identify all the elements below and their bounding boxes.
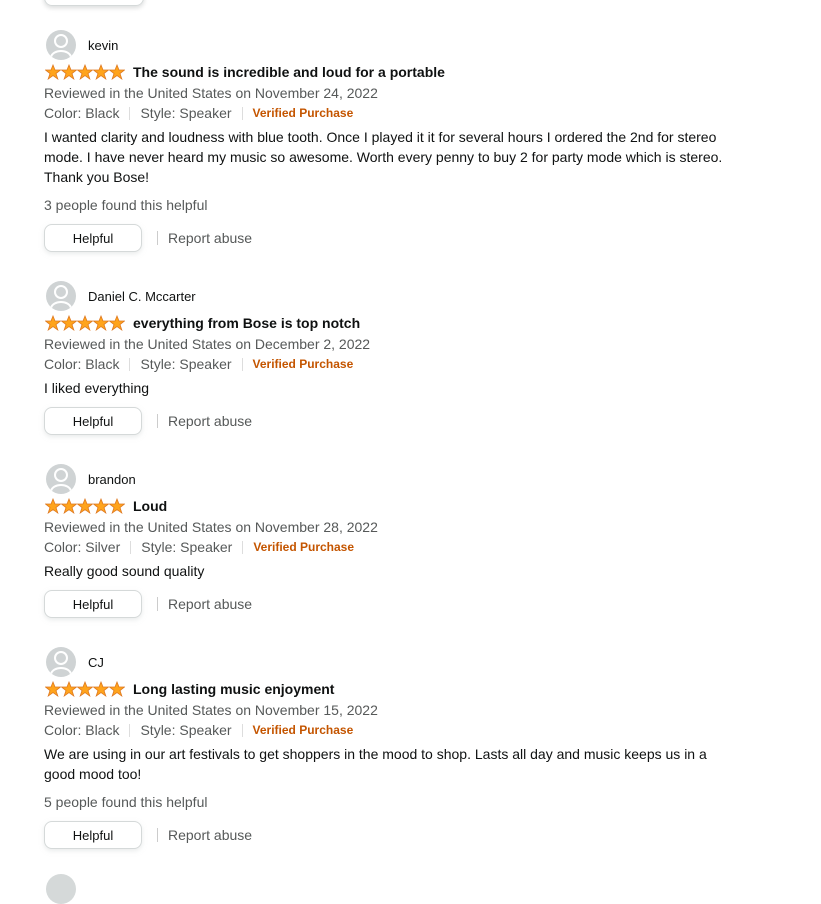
color-option[interactable]: Color: Black [44, 103, 119, 123]
review-card: Daniel C. Mccarter everything from Bose … [44, 280, 734, 436]
divider [129, 723, 131, 737]
helpful-count: 3 people found this helpful [44, 197, 208, 213]
star-rating[interactable] [45, 498, 125, 514]
divider [157, 231, 158, 245]
report-abuse-link[interactable]: Report abuse [168, 413, 252, 429]
color-option[interactable]: Color: Black [44, 354, 119, 374]
reviewer-name[interactable]: Daniel C. Mccarter [88, 289, 196, 304]
review-format: Color: Black Style: Speaker Verified Pur… [44, 354, 734, 374]
review-body: Really good sound quality [44, 563, 205, 579]
star-icon [93, 64, 109, 80]
review-card: brandon Loud Reviewed in the United Stat… [44, 463, 734, 619]
divider [157, 828, 158, 842]
color-option[interactable]: Color: Black [44, 720, 119, 740]
star-icon [61, 64, 77, 80]
star-icon [109, 498, 125, 514]
star-icon [93, 681, 109, 697]
helpful-button[interactable]: Helpful [44, 224, 142, 252]
review-date: Reviewed in the United States on Novembe… [44, 519, 378, 535]
verified-purchase-badge: Verified Purchase [252, 106, 354, 120]
review-title[interactable]: everything from Bose is top notch [133, 315, 360, 331]
review-body: We are using in our art festivals to get… [44, 746, 707, 782]
helpful-button[interactable]: Helpful [44, 821, 142, 849]
divider [157, 414, 158, 428]
style-option[interactable]: Style: Speaker [140, 354, 231, 374]
star-icon [45, 64, 61, 80]
review-card: CJ Long lasting music enjoyment Reviewed… [44, 646, 734, 850]
star-icon [45, 315, 61, 331]
helpful-button[interactable]: Helpful [44, 590, 142, 618]
reviewer-profile: brandon [44, 463, 734, 495]
avatar-icon [46, 464, 76, 494]
avatar-icon [46, 647, 76, 677]
star-rating[interactable] [45, 681, 125, 697]
helpful-button[interactable]: Helpful [44, 407, 142, 435]
previous-helpful-button[interactable] [44, 0, 144, 6]
review-date: Reviewed in the United States on Decembe… [44, 336, 371, 352]
review-format: Color: Black Style: Speaker Verified Pur… [44, 720, 734, 740]
review-actions: Helpful Report abuse [44, 223, 734, 253]
review-body: I wanted clarity and loudness with blue … [44, 129, 723, 185]
reviewer-name[interactable]: brandon [88, 472, 136, 487]
next-review-avatar-icon [46, 874, 76, 904]
star-icon [77, 315, 93, 331]
divider [241, 357, 243, 371]
report-abuse-link[interactable]: Report abuse [168, 230, 252, 246]
helpful-count: 5 people found this helpful [44, 794, 208, 810]
divider [241, 723, 243, 737]
review-format: Color: Silver Style: Speaker Verified Pu… [44, 537, 734, 557]
verified-purchase-badge: Verified Purchase [252, 723, 354, 737]
star-icon [77, 64, 93, 80]
reviewer-name[interactable]: CJ [88, 655, 104, 670]
divider [157, 597, 158, 611]
verified-purchase-badge: Verified Purchase [252, 357, 354, 371]
divider [129, 106, 131, 120]
review-title[interactable]: The sound is incredible and loud for a p… [133, 64, 445, 80]
report-abuse-link[interactable]: Report abuse [168, 827, 252, 843]
star-icon [45, 681, 61, 697]
review-actions: Helpful Report abuse [44, 406, 734, 436]
star-icon [93, 315, 109, 331]
divider [130, 540, 132, 554]
reviewer-name[interactable]: kevin [88, 38, 118, 53]
divider [241, 106, 243, 120]
verified-purchase-badge: Verified Purchase [253, 540, 355, 554]
star-icon [61, 681, 77, 697]
review-actions: Helpful Report abuse [44, 820, 734, 850]
review-body: I liked everything [44, 380, 150, 396]
review-format: Color: Black Style: Speaker Verified Pur… [44, 103, 734, 123]
review-title[interactable]: Loud [133, 498, 167, 514]
star-rating[interactable] [45, 64, 125, 80]
review-title[interactable]: Long lasting music enjoyment [133, 681, 334, 697]
star-icon [61, 315, 77, 331]
star-icon [45, 498, 61, 514]
style-option[interactable]: Style: Speaker [140, 103, 231, 123]
review-date: Reviewed in the United States on Novembe… [44, 85, 378, 101]
review-card: kevin The sound is incredible and loud f… [44, 29, 734, 253]
star-icon [61, 498, 77, 514]
review-date: Reviewed in the United States on Novembe… [44, 702, 378, 718]
divider [129, 357, 131, 371]
divider [242, 540, 244, 554]
star-icon [77, 681, 93, 697]
star-icon [109, 681, 125, 697]
reviewer-profile: CJ [44, 646, 734, 678]
star-rating[interactable] [45, 315, 125, 331]
reviewer-profile: kevin [44, 29, 734, 61]
style-option[interactable]: Style: Speaker [141, 537, 232, 557]
color-option[interactable]: Color: Silver [44, 537, 120, 557]
avatar-icon [46, 281, 76, 311]
review-actions: Helpful Report abuse [44, 589, 734, 619]
star-icon [109, 64, 125, 80]
report-abuse-link[interactable]: Report abuse [168, 596, 252, 612]
star-icon [109, 315, 125, 331]
reviewer-profile: Daniel C. Mccarter [44, 280, 734, 312]
star-icon [93, 498, 109, 514]
avatar-icon [46, 30, 76, 60]
star-icon [77, 498, 93, 514]
style-option[interactable]: Style: Speaker [140, 720, 231, 740]
